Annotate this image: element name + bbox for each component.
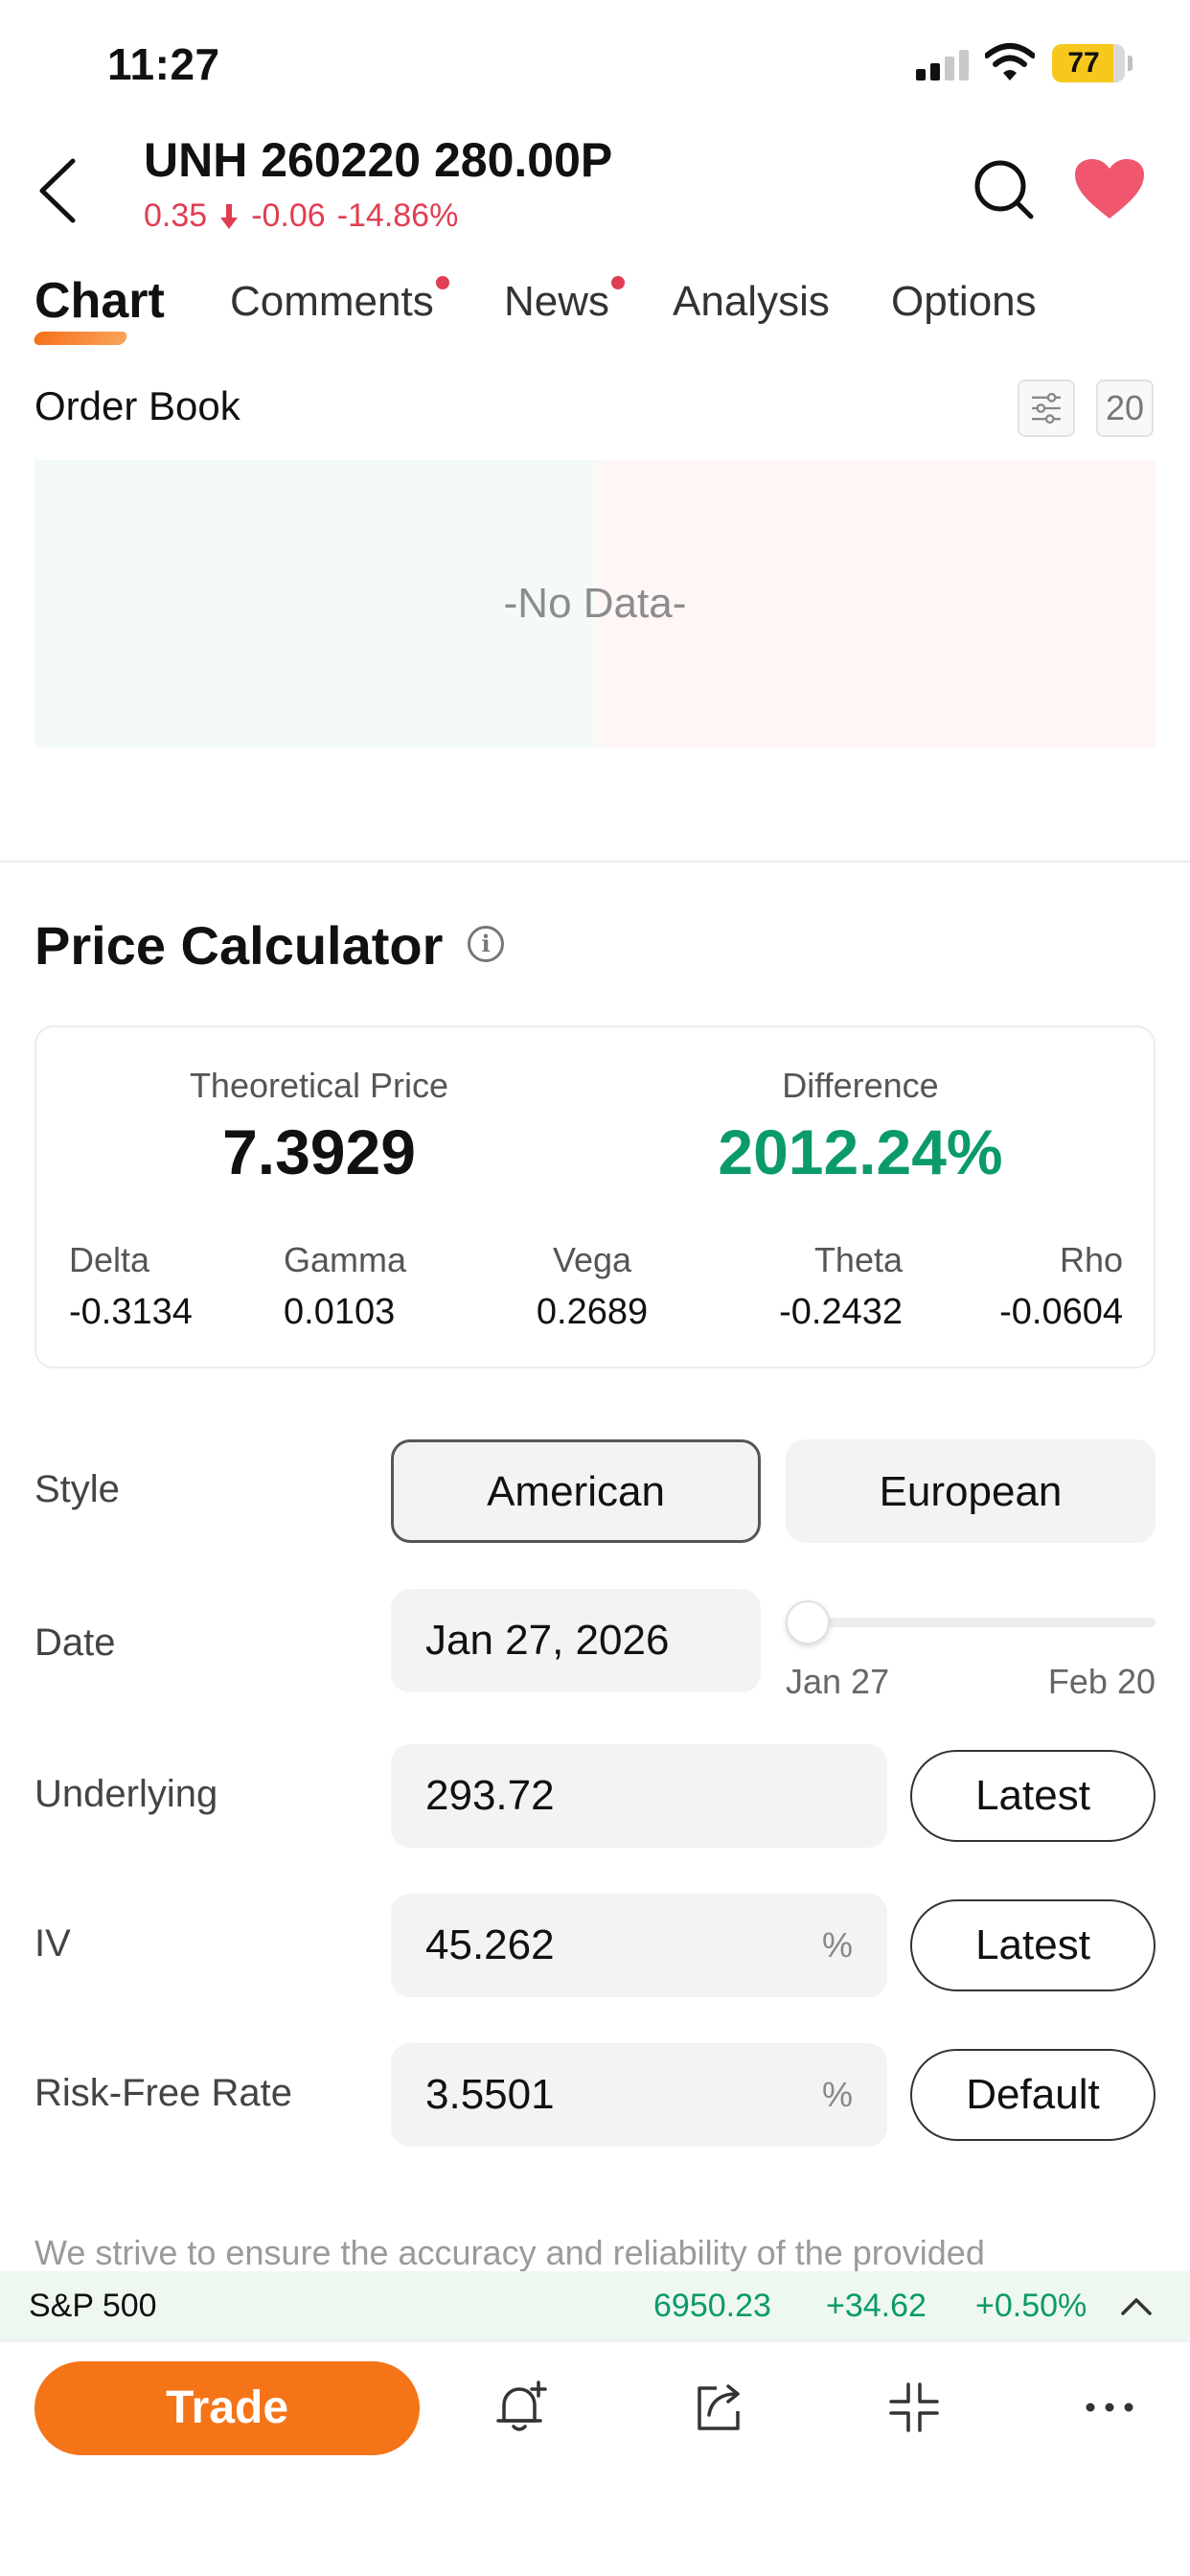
- price-change: -0.06: [251, 197, 326, 234]
- theoretical-price-value: 7.3929: [222, 1116, 416, 1187]
- disclaimer-text: We strive to ensure the accuracy and rel…: [34, 2233, 985, 2272]
- date-slider-min: Jan 27: [786, 1662, 890, 1701]
- wifi-icon: [985, 43, 1035, 80]
- cellular-signal-icon: [916, 50, 970, 80]
- greek-theta: Theta -0.2432: [779, 1240, 903, 1332]
- theoretical-price-label: Theoretical Price: [189, 1066, 449, 1105]
- index-ticker-bar[interactable]: S&P 500 6950.23 +34.62 +0.50%: [0, 2271, 1190, 2340]
- risk-free-rate-value: 3.5501: [425, 2071, 555, 2118]
- price-change-percent: -14.86%: [336, 197, 459, 234]
- index-value: 6950.23: [653, 2288, 771, 2324]
- iv-label: IV: [34, 1922, 71, 1965]
- greek-vega: Vega 0.2689: [536, 1240, 649, 1332]
- tab-chart[interactable]: Chart: [32, 272, 165, 345]
- iv-value: 45.262: [425, 1921, 555, 1968]
- risk-free-rate-input[interactable]: 3.5501 %: [391, 2043, 887, 2147]
- order-book-panel: -No Data-: [34, 460, 1156, 748]
- heart-icon[interactable]: [1073, 157, 1146, 220]
- last-price: 0.35: [144, 197, 208, 234]
- greek-gamma: Gamma 0.0103: [284, 1240, 407, 1332]
- tab-news[interactable]: News: [504, 276, 626, 345]
- date-slider-max: Feb 20: [1047, 1662, 1156, 1701]
- underlying-label: Underlying: [34, 1773, 218, 1815]
- back-arrow-icon[interactable]: [29, 153, 86, 228]
- battery-icon: 77: [1052, 44, 1133, 82]
- order-book-empty-text: -No Data-: [503, 580, 687, 627]
- date-slider-track[interactable]: [805, 1618, 1156, 1627]
- section-divider: [0, 861, 1190, 862]
- underlying-value: 293.72: [425, 1772, 555, 1819]
- risk-free-rate-label: Risk-Free Rate: [34, 2072, 292, 2114]
- risk-free-rate-unit: %: [821, 2075, 853, 2114]
- european-style-button[interactable]: European: [786, 1439, 1156, 1543]
- option-quote: 0.35 -0.06 -14.86%: [144, 197, 458, 235]
- filter-sliders-icon[interactable]: [1018, 380, 1075, 437]
- share-icon[interactable]: [688, 2377, 749, 2438]
- tab-options[interactable]: Options: [891, 278, 1037, 345]
- calculation-results-card: Theoretical Price 7.3929 Difference 2012…: [34, 1025, 1156, 1368]
- status-bar: 11:27 77: [0, 0, 1190, 125]
- notification-dot: [611, 276, 626, 289]
- order-book-title: Order Book: [34, 383, 240, 428]
- tab-comments[interactable]: Comments: [230, 276, 449, 345]
- tab-analysis[interactable]: Analysis: [673, 278, 830, 345]
- risk-free-rate-default-button[interactable]: Default: [910, 2049, 1156, 2141]
- date-value: Jan 27, 2026: [425, 1617, 670, 1664]
- underlying-latest-button[interactable]: Latest: [910, 1750, 1156, 1842]
- status-time: 11:27: [107, 39, 220, 89]
- more-icon[interactable]: [1079, 2377, 1140, 2438]
- difference-value: 2012.24%: [718, 1116, 1003, 1187]
- american-style-button[interactable]: American: [391, 1439, 761, 1543]
- down-arrow-icon: [220, 203, 239, 229]
- collapse-icon[interactable]: [883, 2377, 945, 2438]
- index-change-percent: +0.50%: [975, 2288, 1087, 2324]
- greek-delta: Delta -0.3134: [69, 1240, 193, 1332]
- iv-input[interactable]: 45.262 %: [391, 1894, 887, 1997]
- option-symbol-title: UNH 260220 280.00P: [144, 133, 613, 187]
- detail-tabs: Chart Comments News Analysis Options: [0, 273, 1190, 355]
- iv-unit: %: [821, 1925, 853, 1965]
- price-calculator-title: Price Calculator: [34, 915, 444, 976]
- active-tab-indicator: [32, 332, 129, 345]
- order-book-depth-button[interactable]: 20: [1096, 380, 1154, 437]
- alert-bell-icon[interactable]: [491, 2377, 552, 2438]
- info-icon[interactable]: i: [468, 926, 504, 962]
- index-name: S&P 500: [29, 2288, 157, 2324]
- date-slider-handle[interactable]: [786, 1600, 830, 1644]
- difference-label: Difference: [782, 1066, 939, 1105]
- search-icon[interactable]: [970, 155, 1037, 222]
- date-label: Date: [34, 1622, 116, 1664]
- trade-button[interactable]: Trade: [34, 2361, 420, 2455]
- greek-rho: Rho -0.0604: [999, 1240, 1123, 1332]
- style-label: Style: [34, 1468, 120, 1510]
- option-detail-page: 11:27 77 UNH 260220 280.00P 0.35 -0.06 -…: [0, 0, 1190, 2576]
- iv-latest-button[interactable]: Latest: [910, 1899, 1156, 1991]
- index-change: +34.62: [826, 2288, 927, 2324]
- underlying-input[interactable]: 293.72: [391, 1744, 887, 1848]
- notification-dot: [435, 276, 449, 289]
- bottom-action-bar: Trade: [0, 2340, 1190, 2576]
- battery-level: 77: [1067, 47, 1100, 79]
- chevron-up-icon[interactable]: [1117, 2290, 1156, 2321]
- date-field[interactable]: Jan 27, 2026: [391, 1589, 761, 1692]
